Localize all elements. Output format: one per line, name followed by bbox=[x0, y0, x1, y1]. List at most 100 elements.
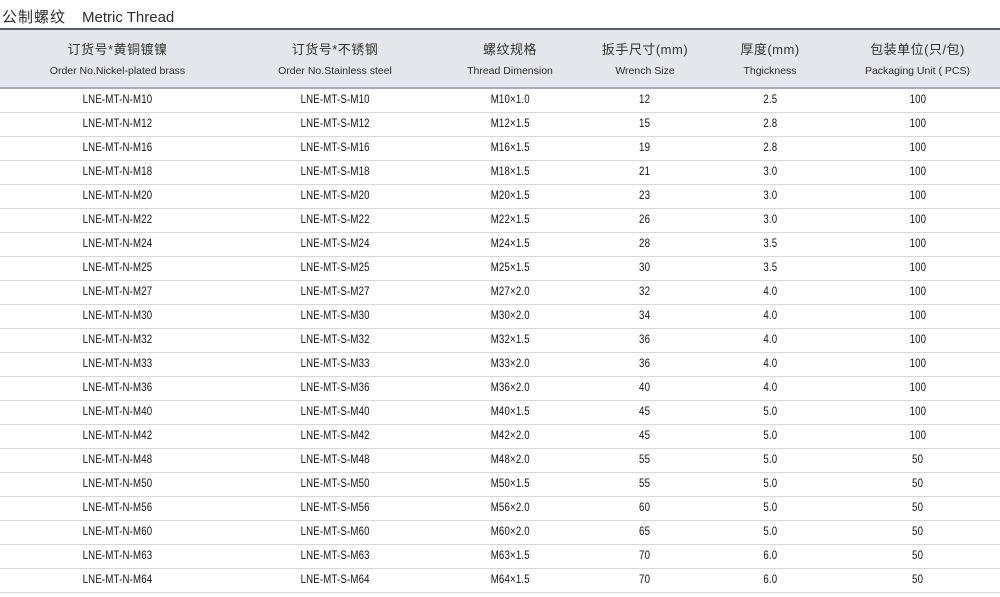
cell-text: LNE-MT-N-M42 bbox=[83, 430, 153, 442]
cell-text: 5.0 bbox=[763, 502, 777, 514]
cell-text: LNE-MT-S-M56 bbox=[300, 502, 369, 514]
cell-packaging-unit: 100 bbox=[835, 424, 1000, 448]
cell-order-nickel-brass: LNE-MT-N-M25 bbox=[0, 256, 235, 280]
column-header-zh: 扳手尺寸(mm) bbox=[585, 39, 705, 58]
cell-thread-dimension: M10×1.0 bbox=[435, 88, 585, 112]
cell-order-stainless: LNE-MT-S-M24 bbox=[235, 232, 435, 256]
page-title: 公制螺纹 Metric Thread bbox=[0, 0, 1000, 28]
cell-wrench-size: 70 bbox=[585, 568, 705, 592]
cell-order-nickel-brass: LNE-MT-N-M30 bbox=[0, 304, 235, 328]
cell-wrench-size: 55 bbox=[585, 472, 705, 496]
cell-text: M40×1.5 bbox=[490, 406, 529, 418]
page-title-en: Metric Thread bbox=[82, 9, 174, 26]
cell-text: 4.0 bbox=[763, 382, 777, 394]
cell-order-nickel-brass: LNE-MT-N-M27 bbox=[0, 280, 235, 304]
cell-wrench-size: 36 bbox=[585, 328, 705, 352]
cell-packaging-unit: 100 bbox=[835, 184, 1000, 208]
cell-text: M48×2.0 bbox=[490, 454, 529, 466]
cell-text: M16×1.5 bbox=[490, 142, 529, 154]
cell-wrench-size: 23 bbox=[585, 184, 705, 208]
table-row: LNE-MT-N-M60 LNE-MT-S-M60 M60×2.0 65 5.0… bbox=[0, 520, 1000, 544]
cell-packaging-unit: 50 bbox=[835, 520, 1000, 544]
table-row: LNE-MT-N-M42 LNE-MT-S-M42 M42×2.0 45 5.0… bbox=[0, 424, 1000, 448]
cell-thickness: 4.0 bbox=[705, 328, 835, 352]
table-row: LNE-MT-N-M27 LNE-MT-S-M27 M27×2.0 32 4.0… bbox=[0, 280, 1000, 304]
cell-text: 3.5 bbox=[763, 262, 777, 274]
cell-text: 19 bbox=[639, 142, 650, 154]
cell-thread-dimension: M33×2.0 bbox=[435, 352, 585, 376]
cell-text: LNE-MT-N-M48 bbox=[83, 454, 153, 466]
column-header-packaging-unit: 包装单位(只/包) Packaging Unit ( PCS) bbox=[835, 29, 1000, 88]
cell-text: M63×1.5 bbox=[490, 550, 529, 562]
cell-thickness: 6.0 bbox=[705, 568, 835, 592]
cell-text: LNE-MT-S-M63 bbox=[300, 550, 369, 562]
cell-wrench-size: 26 bbox=[585, 208, 705, 232]
cell-order-nickel-brass: LNE-MT-N-M33 bbox=[0, 352, 235, 376]
cell-text: 100 bbox=[909, 142, 926, 154]
cell-packaging-unit: 100 bbox=[835, 256, 1000, 280]
table-header: 订货号*黄铜镀镍 Order No.Nickel-plated brass 订货… bbox=[0, 29, 1000, 88]
cell-text: M33×2.0 bbox=[490, 358, 529, 370]
cell-wrench-size: 21 bbox=[585, 160, 705, 184]
cell-packaging-unit: 100 bbox=[835, 280, 1000, 304]
cell-order-stainless: LNE-MT-S-M64 bbox=[235, 568, 435, 592]
cell-order-nickel-brass: LNE-MT-N-M16 bbox=[0, 136, 235, 160]
cell-thickness: 5.0 bbox=[705, 424, 835, 448]
cell-wrench-size: 19 bbox=[585, 136, 705, 160]
cell-packaging-unit: 100 bbox=[835, 400, 1000, 424]
table-header-row: 订货号*黄铜镀镍 Order No.Nickel-plated brass 订货… bbox=[0, 29, 1000, 88]
cell-text: 5.0 bbox=[763, 406, 777, 418]
cell-order-nickel-brass: LNE-MT-N-M24 bbox=[0, 232, 235, 256]
cell-text: LNE-MT-N-M40 bbox=[83, 406, 153, 418]
cell-text: 32 bbox=[639, 286, 650, 298]
cell-text: LNE-MT-N-M18 bbox=[83, 166, 153, 178]
cell-packaging-unit: 100 bbox=[835, 112, 1000, 136]
cell-order-stainless: LNE-MT-S-M42 bbox=[235, 424, 435, 448]
cell-thickness: 5.0 bbox=[705, 472, 835, 496]
cell-packaging-unit: 50 bbox=[835, 568, 1000, 592]
cell-packaging-unit: 100 bbox=[835, 376, 1000, 400]
column-header-thickness: 厚度(mm) Thgickness bbox=[705, 29, 835, 88]
cell-text: 3.0 bbox=[763, 214, 777, 226]
cell-text: 5.0 bbox=[763, 430, 777, 442]
cell-thread-dimension: M48×2.0 bbox=[435, 448, 585, 472]
cell-text: 40 bbox=[639, 382, 650, 394]
cell-text: LNE-MT-S-M48 bbox=[300, 454, 369, 466]
cell-order-nickel-brass: LNE-MT-N-M63 bbox=[0, 544, 235, 568]
cell-text: M12×1.5 bbox=[490, 118, 529, 130]
cell-text: M24×1.5 bbox=[490, 238, 529, 250]
cell-order-nickel-brass: LNE-MT-N-M20 bbox=[0, 184, 235, 208]
cell-order-nickel-brass: LNE-MT-N-M12 bbox=[0, 112, 235, 136]
cell-wrench-size: 12 bbox=[585, 88, 705, 112]
cell-text: LNE-MT-S-M36 bbox=[300, 382, 369, 394]
table-row: LNE-MT-N-M25 LNE-MT-S-M25 M25×1.5 30 3.5… bbox=[0, 256, 1000, 280]
cell-packaging-unit: 50 bbox=[835, 448, 1000, 472]
cell-thickness: 2.8 bbox=[705, 136, 835, 160]
cell-text: 100 bbox=[909, 310, 926, 322]
column-header-zh: 订货号*不锈钢 bbox=[235, 39, 435, 58]
cell-text: 3.0 bbox=[763, 190, 777, 202]
cell-text: M60×2.0 bbox=[490, 526, 529, 538]
cell-thread-dimension: M50×1.5 bbox=[435, 472, 585, 496]
column-header-thread-dimension: 螺纹规格 Thread Dimension bbox=[435, 29, 585, 88]
cell-text: M20×1.5 bbox=[490, 190, 529, 202]
cell-text: 28 bbox=[639, 238, 650, 250]
table-row: LNE-MT-N-M50 LNE-MT-S-M50 M50×1.5 55 5.0… bbox=[0, 472, 1000, 496]
cell-text: LNE-MT-S-M12 bbox=[300, 118, 369, 130]
cell-text: 100 bbox=[909, 406, 926, 418]
cell-packaging-unit: 50 bbox=[835, 496, 1000, 520]
cell-text: M42×2.0 bbox=[490, 430, 529, 442]
table-body: LNE-MT-N-M10 LNE-MT-S-M10 M10×1.0 12 2.5… bbox=[0, 88, 1000, 592]
cell-text: 4.0 bbox=[763, 310, 777, 322]
column-header-zh: 螺纹规格 bbox=[435, 39, 585, 58]
cell-wrench-size: 70 bbox=[585, 544, 705, 568]
cell-order-stainless: LNE-MT-S-M50 bbox=[235, 472, 435, 496]
table-row: LNE-MT-N-M64 LNE-MT-S-M64 M64×1.5 70 6.0… bbox=[0, 568, 1000, 592]
table-row: LNE-MT-N-M40 LNE-MT-S-M40 M40×1.5 45 5.0… bbox=[0, 400, 1000, 424]
cell-text: 50 bbox=[912, 526, 923, 538]
cell-text: 45 bbox=[639, 406, 650, 418]
cell-packaging-unit: 100 bbox=[835, 136, 1000, 160]
cell-order-stainless: LNE-MT-S-M33 bbox=[235, 352, 435, 376]
cell-text: LNE-MT-N-M64 bbox=[83, 574, 153, 586]
cell-order-stainless: LNE-MT-S-M20 bbox=[235, 184, 435, 208]
